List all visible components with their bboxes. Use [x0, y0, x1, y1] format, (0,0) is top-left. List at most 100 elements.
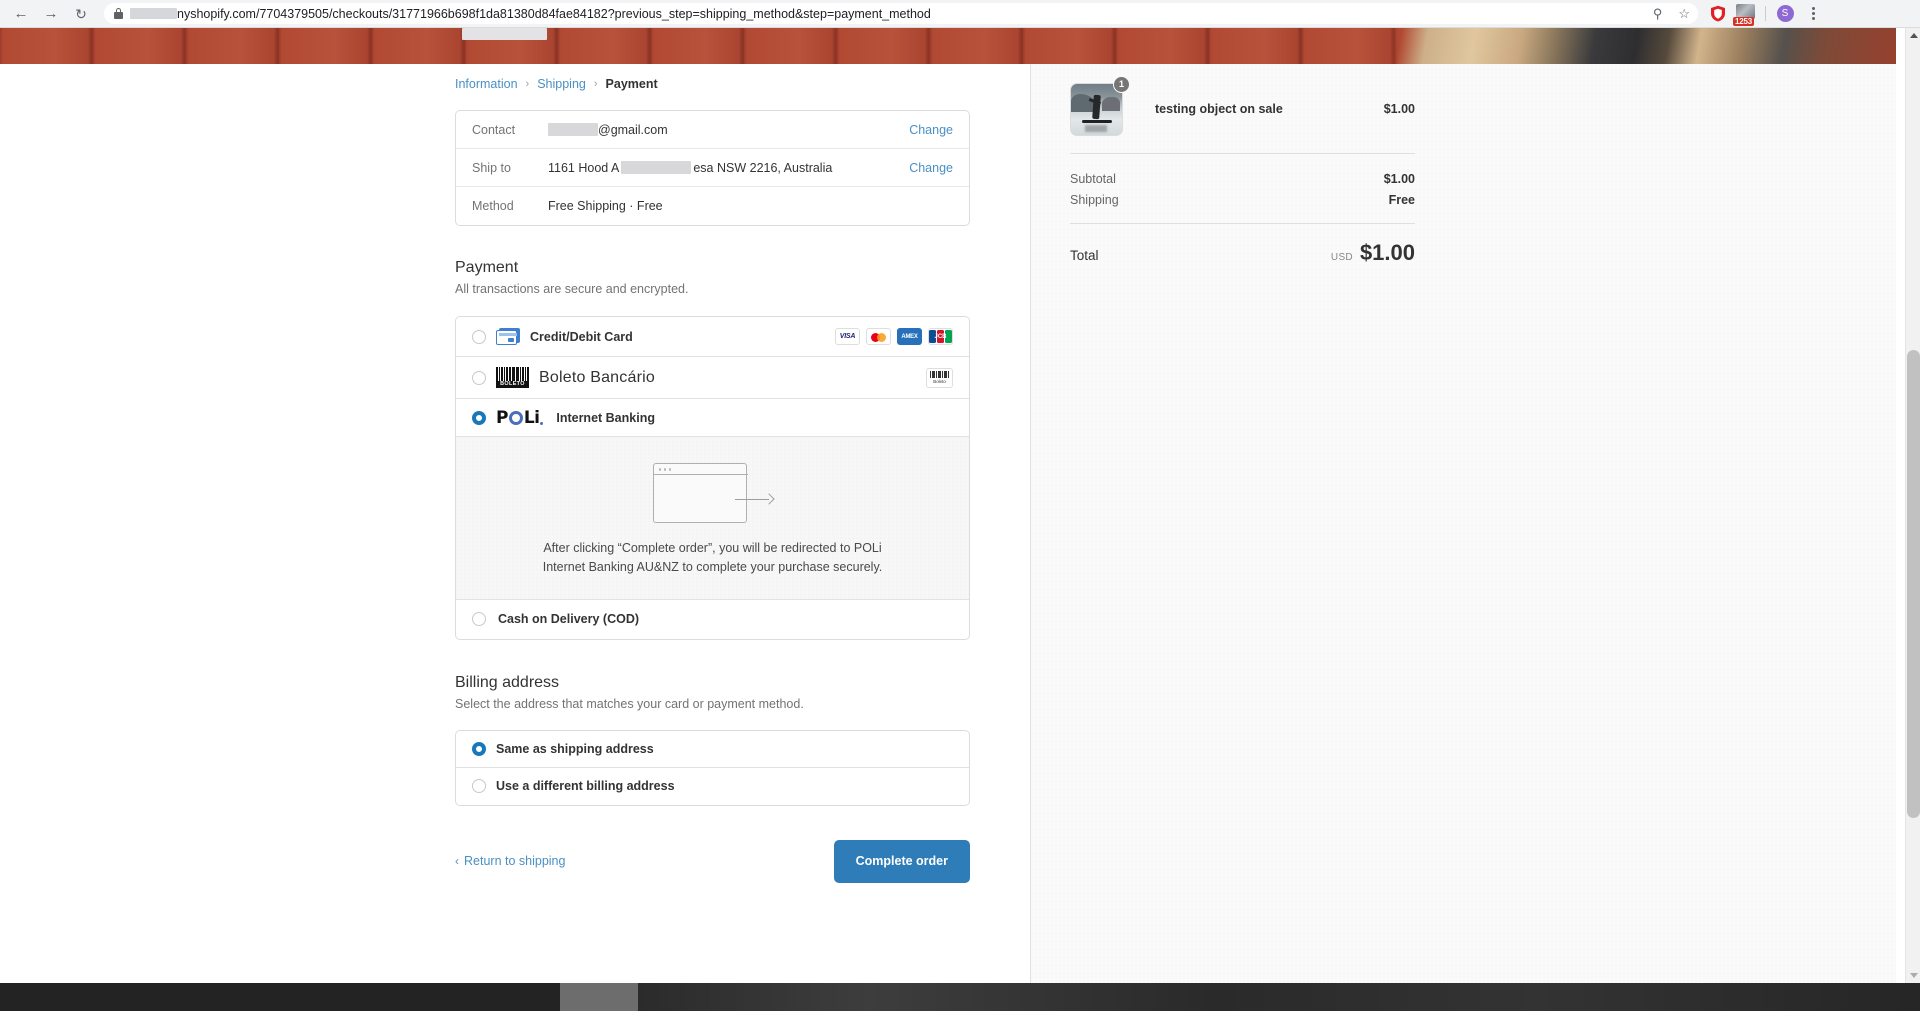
review-value-shipto: 1161 Hood A esa NSW 2216, Australia: [548, 161, 909, 175]
extension-badge-count: 1253: [1733, 16, 1754, 26]
scrollbar-thumb[interactable]: [1907, 350, 1920, 818]
toolbar-divider: [1765, 6, 1766, 21]
review-row-shipto: Ship to 1161 Hood A esa NSW 2216, Austral…: [456, 149, 969, 187]
radio-cash-on-delivery[interactable]: [472, 612, 486, 626]
checkout-content: Information › Shipping › Payment Contact…: [0, 64, 1896, 983]
summary-line-shipping: Shipping Free: [1070, 189, 1415, 210]
radio-credit-debit-card[interactable]: [472, 329, 486, 344]
subtotal-label: Subtotal: [1070, 171, 1116, 186]
radio-different-billing[interactable]: [472, 779, 486, 793]
payment-methods-box: Credit/Debit Card VISA AMEX JCB BOLETO B…: [455, 316, 970, 640]
breadcrumb-payment: Payment: [605, 77, 658, 91]
billing-option-different-billing[interactable]: Use a different billing address: [456, 768, 969, 805]
payment-section-title: Payment: [455, 259, 519, 276]
poli-notice-line-2: Internet Banking AU&NZ to complete your …: [542, 559, 883, 574]
visa-label: VISA: [839, 333, 856, 340]
payment-method-label: Boleto Bancário: [539, 368, 655, 386]
page-viewport: Information › Shipping › Payment Contact…: [0, 28, 1920, 983]
shipping-value: Free: [1388, 192, 1415, 207]
lock-icon: [114, 8, 123, 19]
change-contact-link[interactable]: Change: [909, 123, 953, 137]
url-redacted-block: [130, 8, 177, 19]
profile-initial: S: [1776, 5, 1794, 22]
complete-order-button[interactable]: Complete order: [833, 839, 970, 883]
taskbar-highlight-region: [560, 983, 638, 1011]
boleto-word: BOLETO: [496, 381, 529, 388]
total-amount: $1.00: [1359, 240, 1415, 265]
star-icon[interactable]: ☆: [1678, 6, 1690, 22]
url-text: nyshopify.com/7704379505/checkouts/31771…: [130, 7, 931, 21]
forward-arrow-icon[interactable]: →: [38, 1, 64, 27]
poli-logo-icon: P Li: [496, 408, 544, 428]
review-row-method: Method Free Shipping · Free: [456, 187, 969, 225]
product-thumbnail-wrapper: 1: [1070, 75, 1130, 136]
search-icon[interactable]: ⚲: [1653, 6, 1663, 22]
return-to-shipping-label: Return to shipping: [464, 854, 566, 868]
billing-section-title: Billing address: [455, 673, 560, 691]
navigation-buttons: ← → ↻: [0, 1, 94, 27]
extension-icon[interactable]: 1253: [1732, 1, 1760, 27]
payment-method-credit-debit-card[interactable]: Credit/Debit Card VISA AMEX JCB: [456, 317, 969, 357]
poli-redirect-notice: After clicking “Complete order”, you wil…: [456, 539, 969, 577]
store-banner-image: [0, 28, 1896, 64]
kebab-menu-icon[interactable]: [1799, 1, 1827, 27]
breadcrumb-information[interactable]: Information: [455, 77, 518, 91]
summary-line-subtotal: Subtotal $1.00: [1070, 168, 1415, 189]
change-shipto-link[interactable]: Change: [909, 161, 953, 175]
review-label-contact: Contact: [472, 122, 516, 137]
payment-method-boleto-bancario[interactable]: BOLETO Boleto Bancário Boleto: [456, 357, 969, 399]
contact-redacted-block: [548, 123, 598, 136]
taskbar-right-region: [638, 983, 1920, 1011]
review-value-contact: @gmail.com: [548, 123, 909, 137]
radio-boleto-bancario[interactable]: [472, 370, 486, 385]
review-label-method: Method: [472, 199, 514, 213]
chevron-right-icon: ›: [593, 78, 598, 90]
poli-redirect-panel: After clicking “Complete order”, you wil…: [456, 437, 969, 600]
total-currency: USD: [1330, 252, 1353, 263]
checkout-actions: ‹ Return to shipping Complete order: [455, 839, 970, 883]
payment-method-cash-on-delivery[interactable]: Cash on Delivery (COD): [456, 600, 969, 639]
breadcrumb: Information › Shipping › Payment: [455, 64, 970, 91]
scroll-down-arrow-icon[interactable]: [1906, 968, 1920, 983]
order-line-item: 1 testing object on sale $1.00: [1070, 75, 1415, 141]
address-bar[interactable]: nyshopify.com/7704379505/checkouts/31771…: [104, 3, 1698, 24]
billing-option-same-as-shipping[interactable]: Same as shipping address: [456, 731, 969, 768]
boleto-badge-word: Boleto: [933, 379, 946, 384]
summary-lines: Subtotal $1.00 Shipping Free: [1070, 154, 1415, 210]
radio-same-as-shipping[interactable]: [472, 741, 486, 756]
barcode-icon: BOLETO: [496, 367, 529, 388]
banner-redacted-block: [462, 28, 547, 40]
page-scrollbar[interactable]: [1905, 28, 1920, 983]
extensions-toolbar: 1253 S: [1704, 1, 1827, 27]
payment-method-label: Cash on Delivery (COD): [498, 612, 640, 626]
product-price: $1.00: [1383, 102, 1415, 116]
browser-toolbar: ← → ↻ nyshopify.com/7704379505/checkouts…: [0, 0, 1920, 28]
order-review-box: Contact @gmail.com Change Ship to 1161 H…: [455, 110, 970, 226]
jcb-icon: JCB: [928, 328, 953, 345]
visa-icon: VISA: [835, 328, 860, 345]
billing-options-box: Same as shipping address Use a different…: [455, 729, 970, 806]
credit-card-icon: [496, 328, 520, 345]
product-name: testing object on sale: [1155, 102, 1283, 116]
billing-section-subtitle: Select the address that matches your car…: [455, 696, 804, 711]
shipto-prefix: 1161 Hood A: [548, 160, 620, 175]
scroll-up-arrow-icon[interactable]: [1906, 28, 1920, 43]
payment-method-label: Credit/Debit Card: [530, 329, 633, 344]
order-summary: 1 testing object on sale $1.00 Subtotal …: [1070, 75, 1415, 266]
mastercard-icon: [866, 328, 891, 345]
poli-notice-line-1: After clicking “Complete order”, you wil…: [543, 541, 882, 555]
return-to-shipping-link[interactable]: ‹ Return to shipping: [455, 854, 565, 868]
review-value-method: Free Shipping · Free: [548, 199, 663, 213]
shipto-suffix: esa NSW 2216, Australia: [693, 160, 833, 175]
breadcrumb-shipping[interactable]: Shipping: [537, 77, 586, 91]
avatar[interactable]: S: [1771, 1, 1799, 27]
review-label-shipto: Ship to: [472, 160, 511, 175]
reload-icon[interactable]: ↻: [68, 1, 94, 27]
total-label: Total: [1070, 248, 1099, 263]
radio-poli-internet-banking[interactable]: [472, 410, 486, 425]
url-value: nyshopify.com/7704379505/checkouts/31771…: [177, 6, 931, 21]
back-arrow-icon[interactable]: ←: [8, 1, 34, 27]
payment-method-poli-internet-banking[interactable]: P Li Internet Banking: [456, 399, 969, 437]
banner-right-objects: [1376, 28, 1896, 64]
shield-icon[interactable]: [1704, 1, 1732, 27]
